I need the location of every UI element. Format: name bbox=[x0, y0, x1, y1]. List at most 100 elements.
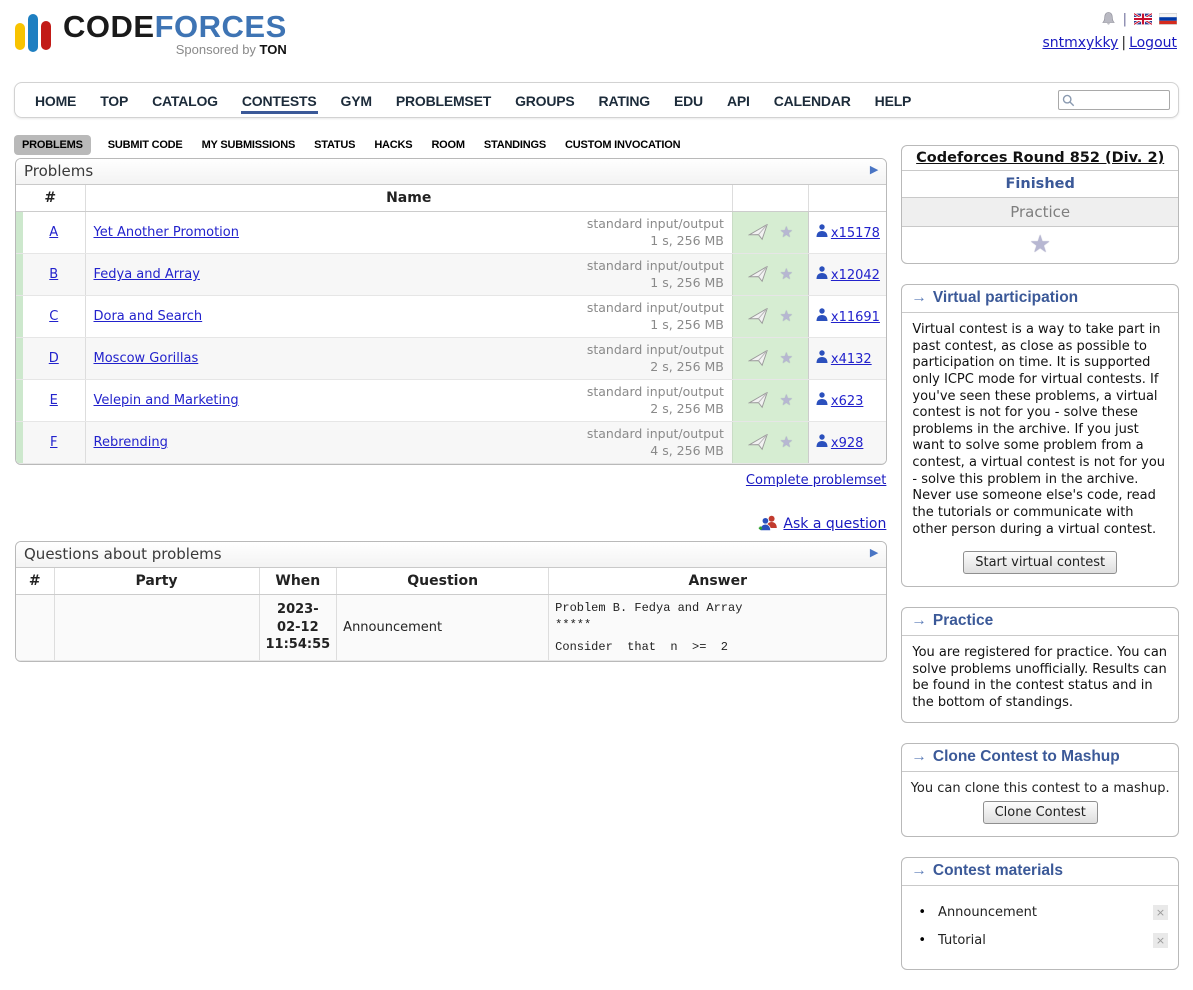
solved-count-link[interactable]: x623 bbox=[831, 394, 864, 409]
solver-person-icon bbox=[816, 352, 828, 367]
solved-count-link[interactable]: x4132 bbox=[831, 352, 872, 367]
question-party-cell bbox=[54, 595, 259, 661]
caption-arrow-icon: → bbox=[911, 862, 927, 879]
problems-col-solved bbox=[808, 185, 886, 212]
tab-custom-invocation[interactable]: CUSTOM INVOCATION bbox=[565, 139, 680, 151]
nav-item-contests[interactable]: CONTESTS bbox=[230, 84, 329, 117]
nav-item-help[interactable]: HELP bbox=[863, 84, 924, 117]
nav-item-home[interactable]: HOME bbox=[23, 84, 88, 117]
submit-plane-icon[interactable] bbox=[748, 308, 771, 326]
submit-plane-icon[interactable] bbox=[748, 224, 771, 242]
problem-limits: standard input/output4 s, 256 MB bbox=[587, 426, 724, 459]
favorite-star-icon[interactable]: ★ bbox=[780, 393, 793, 408]
close-icon[interactable]: × bbox=[1153, 905, 1168, 920]
main-navigation: HOME TOP CATALOG CONTESTS GYM PROBLEMSET… bbox=[14, 82, 1179, 118]
nav-item-gym[interactable]: GYM bbox=[329, 84, 384, 117]
caption-arrow-icon: → bbox=[911, 748, 927, 765]
solved-count-link[interactable]: x928 bbox=[831, 436, 864, 451]
nav-item-top[interactable]: TOP bbox=[88, 84, 140, 117]
problem-letter-link[interactable]: B bbox=[49, 267, 58, 282]
flag-en-icon[interactable] bbox=[1134, 13, 1152, 25]
favorite-star-icon[interactable]: ★ bbox=[780, 435, 793, 450]
problem-letter-link[interactable]: A bbox=[49, 225, 58, 240]
collapse-arrow-icon[interactable]: ▶ bbox=[870, 546, 878, 559]
codeforces-logo[interactable]: CODEFORCES Sponsored by TON bbox=[15, 10, 1178, 57]
questions-col-party: Party bbox=[54, 568, 259, 595]
favorite-star-icon[interactable]: ★ bbox=[780, 309, 793, 324]
solved-count-link[interactable]: x15178 bbox=[831, 226, 880, 241]
problem-name-link[interactable]: Moscow Gorillas bbox=[94, 351, 199, 366]
submit-plane-icon[interactable] bbox=[748, 434, 771, 452]
solved-count-link[interactable]: x12042 bbox=[831, 268, 880, 283]
separator: | bbox=[1121, 35, 1126, 51]
search-input[interactable] bbox=[1077, 93, 1166, 107]
problem-letter-link[interactable]: D bbox=[49, 351, 59, 366]
clone-contest-button[interactable]: Clone Contest bbox=[983, 801, 1098, 824]
favorite-star-icon[interactable]: ★ bbox=[780, 225, 793, 240]
start-virtual-contest-button[interactable]: Start virtual contest bbox=[963, 551, 1117, 574]
nav-item-edu[interactable]: EDU bbox=[662, 84, 715, 117]
problems-box-title: Problems ▶ bbox=[16, 159, 886, 185]
contest-info-box: Codeforces Round 852 (Div. 2) Finished P… bbox=[901, 145, 1179, 264]
tab-room[interactable]: ROOM bbox=[431, 139, 464, 151]
nav-item-groups[interactable]: GROUPS bbox=[503, 84, 586, 117]
tab-problems[interactable]: PROBLEMS bbox=[14, 135, 91, 155]
problems-col-actions bbox=[732, 185, 808, 212]
problem-name-link[interactable]: Rebrending bbox=[94, 435, 168, 450]
close-icon[interactable]: × bbox=[1153, 933, 1168, 948]
nav-item-rating[interactable]: RATING bbox=[587, 84, 662, 117]
nav-item-api[interactable]: API bbox=[715, 84, 762, 117]
contest-title-link[interactable]: Codeforces Round 852 (Div. 2) bbox=[916, 150, 1164, 166]
problem-letter-link[interactable]: F bbox=[50, 435, 57, 450]
ask-question-link[interactable]: Ask a question bbox=[783, 516, 886, 532]
username-link[interactable]: sntmxykky bbox=[1042, 35, 1118, 51]
question-text-cell: Announcement bbox=[337, 595, 549, 661]
complete-problemset-link[interactable]: Complete problemset bbox=[746, 473, 886, 488]
problem-limits: standard input/output2 s, 256 MB bbox=[587, 342, 724, 375]
problem-limits: standard input/output1 s, 256 MB bbox=[587, 258, 724, 291]
tab-hacks[interactable]: HACKS bbox=[374, 139, 412, 151]
solved-count-link[interactable]: x11691 bbox=[831, 310, 880, 325]
tab-my-submissions[interactable]: MY SUBMISSIONS bbox=[202, 139, 296, 151]
contest-favorite-star-icon[interactable]: ★ bbox=[1029, 230, 1051, 258]
nav-item-catalog[interactable]: CATALOG bbox=[140, 84, 230, 117]
solved-indicator bbox=[16, 212, 23, 254]
problem-name-link[interactable]: Fedya and Array bbox=[94, 267, 200, 282]
tab-submit-code[interactable]: SUBMIT CODE bbox=[108, 139, 183, 151]
bell-icon[interactable] bbox=[1101, 11, 1116, 27]
material-announcement-link[interactable]: Announcement bbox=[938, 905, 1153, 920]
logout-link[interactable]: Logout bbox=[1129, 35, 1177, 51]
logo-wordmark: CODEFORCES bbox=[63, 10, 287, 44]
flag-ru-icon[interactable] bbox=[1159, 13, 1177, 25]
submit-plane-icon[interactable] bbox=[748, 266, 771, 284]
nav-item-calendar[interactable]: CALENDAR bbox=[762, 84, 863, 117]
submit-plane-icon[interactable] bbox=[748, 350, 771, 368]
tab-status[interactable]: STATUS bbox=[314, 139, 355, 151]
question-answer-cell: Problem B. Fedya and Array ***** Conside… bbox=[549, 595, 887, 661]
problem-limits: standard input/output2 s, 256 MB bbox=[587, 384, 724, 417]
solver-person-icon bbox=[816, 394, 828, 409]
problems-col-index: # bbox=[16, 185, 85, 212]
solver-person-icon bbox=[816, 310, 828, 325]
bullet-icon: • bbox=[918, 905, 926, 920]
problem-letter-link[interactable]: C bbox=[49, 309, 58, 324]
favorite-star-icon[interactable]: ★ bbox=[780, 267, 793, 282]
questions-box-title: Questions about problems ▶ bbox=[16, 542, 886, 568]
submit-plane-icon[interactable] bbox=[748, 392, 771, 410]
solved-indicator bbox=[16, 254, 23, 296]
problem-name-link[interactable]: Velepin and Marketing bbox=[94, 393, 239, 408]
list-item-announcement: • Announcement × bbox=[918, 905, 1168, 920]
logo-bars-icon bbox=[15, 12, 54, 52]
problem-name-link[interactable]: Dora and Search bbox=[94, 309, 203, 324]
tab-standings[interactable]: STANDINGS bbox=[484, 139, 546, 151]
favorite-star-icon[interactable]: ★ bbox=[780, 351, 793, 366]
search-icon bbox=[1062, 94, 1075, 107]
practice-text: You are registered for practice. You can… bbox=[902, 636, 1178, 722]
contest-status: Finished bbox=[902, 171, 1178, 198]
nav-item-problemset[interactable]: PROBLEMSET bbox=[384, 84, 503, 117]
questions-col-index: # bbox=[16, 568, 54, 595]
problem-name-link[interactable]: Yet Another Promotion bbox=[94, 225, 239, 240]
collapse-arrow-icon[interactable]: ▶ bbox=[870, 163, 878, 176]
problem-letter-link[interactable]: E bbox=[50, 393, 58, 408]
material-tutorial-link[interactable]: Tutorial bbox=[938, 933, 1153, 948]
